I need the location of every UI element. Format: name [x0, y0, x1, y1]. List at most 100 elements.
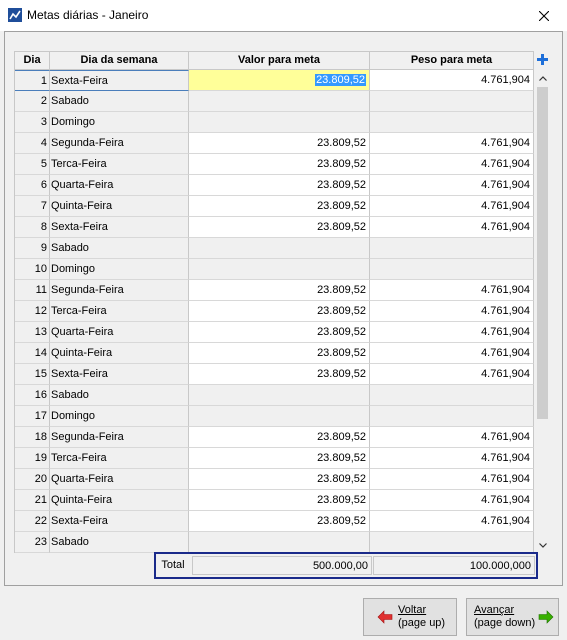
goal-value-cell[interactable]: 23.809,52	[189, 70, 370, 91]
table-row[interactable]: 16 Sabado	[15, 385, 537, 406]
table-row[interactable]: 17 Domingo	[15, 406, 537, 427]
table-row[interactable]: 20 Quarta-Feira 23.809,52 4.761,904	[15, 469, 537, 490]
weekday-cell: Terca-Feira	[50, 154, 189, 175]
goal-value-cell[interactable]: 23.809,52	[189, 280, 370, 301]
goal-value-cell[interactable]: 23.809,52	[189, 133, 370, 154]
goal-weight-cell[interactable]	[370, 91, 534, 112]
table-row[interactable]: 15 Sexta-Feira 23.809,52 4.761,904	[15, 364, 537, 385]
goal-weight-cell[interactable]: 4.761,904	[370, 448, 534, 469]
forward-button[interactable]: Avançar (page down)	[466, 598, 559, 636]
goal-weight-cell[interactable]: 4.761,904	[370, 343, 534, 364]
weekday-cell: Domingo	[50, 112, 189, 133]
goal-value-cell[interactable]: 23.809,52	[189, 175, 370, 196]
table-row[interactable]: 21 Quinta-Feira 23.809,52 4.761,904	[15, 490, 537, 511]
weekday-cell: Sexta-Feira	[50, 364, 189, 385]
table-row[interactable]: 5 Terca-Feira 23.809,52 4.761,904	[15, 154, 537, 175]
add-button[interactable]	[536, 53, 549, 66]
column-header-peso[interactable]: Peso para meta	[370, 51, 534, 70]
day-number-cell: 3	[15, 112, 50, 133]
back-button[interactable]: Voltar (page up)	[363, 598, 457, 636]
goal-value-cell[interactable]	[189, 91, 370, 112]
goal-value-cell[interactable]: 23.809,52	[189, 154, 370, 175]
table-row[interactable]: 2 Sabado	[15, 91, 537, 112]
table-row[interactable]: 10 Domingo	[15, 259, 537, 280]
day-number-cell: 6	[15, 175, 50, 196]
title-bar: Metas diárias - Janeiro	[0, 0, 567, 31]
goal-value-cell[interactable]: 23.809,52	[189, 322, 370, 343]
goal-value-cell[interactable]: 23.809,52	[189, 343, 370, 364]
table-row[interactable]: 1 Sexta-Feira 23.809,52 4.761,904	[15, 70, 537, 91]
close-button[interactable]	[521, 0, 567, 31]
goal-weight-cell[interactable]: 4.761,904	[370, 511, 534, 532]
scroll-thumb[interactable]	[537, 87, 548, 419]
goal-weight-cell[interactable]	[370, 259, 534, 280]
table-row[interactable]: 8 Sexta-Feira 23.809,52 4.761,904	[15, 217, 537, 238]
goal-weight-cell[interactable]: 4.761,904	[370, 469, 534, 490]
goal-value-cell[interactable]: 23.809,52	[189, 217, 370, 238]
column-header-dia[interactable]: Dia	[15, 51, 50, 70]
goal-value-cell[interactable]: 23.809,52	[189, 364, 370, 385]
total-valor: 500.000,00	[192, 556, 372, 575]
column-header-dia-semana[interactable]: Dia da semana	[50, 51, 189, 70]
table-row[interactable]: 4 Segunda-Feira 23.809,52 4.761,904	[15, 133, 537, 154]
table-row[interactable]: 3 Domingo	[15, 112, 537, 133]
goal-weight-cell[interactable]: 4.761,904	[370, 133, 534, 154]
table-row[interactable]: 6 Quarta-Feira 23.809,52 4.761,904	[15, 175, 537, 196]
day-number-cell: 1	[15, 70, 50, 91]
table-row[interactable]: 23 Sabado	[15, 532, 537, 553]
goal-value-cell[interactable]: 23.809,52	[189, 427, 370, 448]
goal-value-cell[interactable]	[189, 238, 370, 259]
goal-weight-cell[interactable]: 4.761,904	[370, 154, 534, 175]
goal-weight-cell[interactable]	[370, 532, 534, 553]
table-row[interactable]: 14 Quinta-Feira 23.809,52 4.761,904	[15, 343, 537, 364]
vertical-scrollbar[interactable]	[536, 71, 549, 552]
goal-weight-cell[interactable]: 4.761,904	[370, 427, 534, 448]
goal-weight-cell[interactable]: 4.761,904	[370, 301, 534, 322]
day-number-cell: 19	[15, 448, 50, 469]
goal-weight-cell[interactable]: 4.761,904	[370, 280, 534, 301]
scroll-up-button[interactable]	[536, 71, 549, 85]
goal-weight-cell[interactable]: 4.761,904	[370, 490, 534, 511]
total-label: Total	[161, 559, 185, 571]
goal-weight-cell[interactable]	[370, 385, 534, 406]
day-number-cell: 7	[15, 196, 50, 217]
selected-value-text[interactable]: 23.809,52	[315, 74, 366, 86]
table-row[interactable]: 18 Segunda-Feira 23.809,52 4.761,904	[15, 427, 537, 448]
table-row[interactable]: 9 Sabado	[15, 238, 537, 259]
goal-value-cell[interactable]: 23.809,52	[189, 301, 370, 322]
goal-weight-cell[interactable]: 4.761,904	[370, 217, 534, 238]
day-number-cell: 2	[15, 91, 50, 112]
goals-table: Dia Dia da semana Valor para meta Peso p…	[14, 51, 537, 553]
scroll-down-button[interactable]	[536, 538, 549, 552]
goal-weight-cell[interactable]: 4.761,904	[370, 175, 534, 196]
goal-value-cell[interactable]	[189, 406, 370, 427]
goal-value-cell[interactable]: 23.809,52	[189, 490, 370, 511]
table-row[interactable]: 13 Quarta-Feira 23.809,52 4.761,904	[15, 322, 537, 343]
goal-weight-cell[interactable]: 4.761,904	[370, 196, 534, 217]
goal-value-cell[interactable]: 23.809,52	[189, 511, 370, 532]
goal-weight-cell[interactable]	[370, 112, 534, 133]
goal-weight-cell[interactable]	[370, 406, 534, 427]
goal-value-cell[interactable]	[189, 259, 370, 280]
goal-weight-cell[interactable]	[370, 238, 534, 259]
goal-value-cell[interactable]	[189, 112, 370, 133]
weekday-cell: Quarta-Feira	[50, 469, 189, 490]
goal-value-cell[interactable]	[189, 385, 370, 406]
table-header: Dia Dia da semana Valor para meta Peso p…	[15, 51, 537, 70]
table-row[interactable]: 7 Quinta-Feira 23.809,52 4.761,904	[15, 196, 537, 217]
table-row[interactable]: 11 Segunda-Feira 23.809,52 4.761,904	[15, 280, 537, 301]
column-header-valor[interactable]: Valor para meta	[189, 51, 370, 70]
goal-weight-cell[interactable]: 4.761,904	[370, 364, 534, 385]
day-number-cell: 11	[15, 280, 50, 301]
goal-value-cell[interactable]	[189, 532, 370, 553]
table-row[interactable]: 12 Terca-Feira 23.809,52 4.761,904	[15, 301, 537, 322]
goal-weight-cell[interactable]: 4.761,904	[370, 322, 534, 343]
table-row[interactable]: 19 Terca-Feira 23.809,52 4.761,904	[15, 448, 537, 469]
goal-value-cell[interactable]: 23.809,52	[189, 469, 370, 490]
weekday-cell: Domingo	[50, 259, 189, 280]
goal-value-cell[interactable]: 23.809,52	[189, 448, 370, 469]
goal-value-cell[interactable]: 23.809,52	[189, 196, 370, 217]
chevron-up-icon	[538, 75, 547, 81]
goal-weight-cell[interactable]: 4.761,904	[370, 70, 534, 91]
table-row[interactable]: 22 Sexta-Feira 23.809,52 4.761,904	[15, 511, 537, 532]
